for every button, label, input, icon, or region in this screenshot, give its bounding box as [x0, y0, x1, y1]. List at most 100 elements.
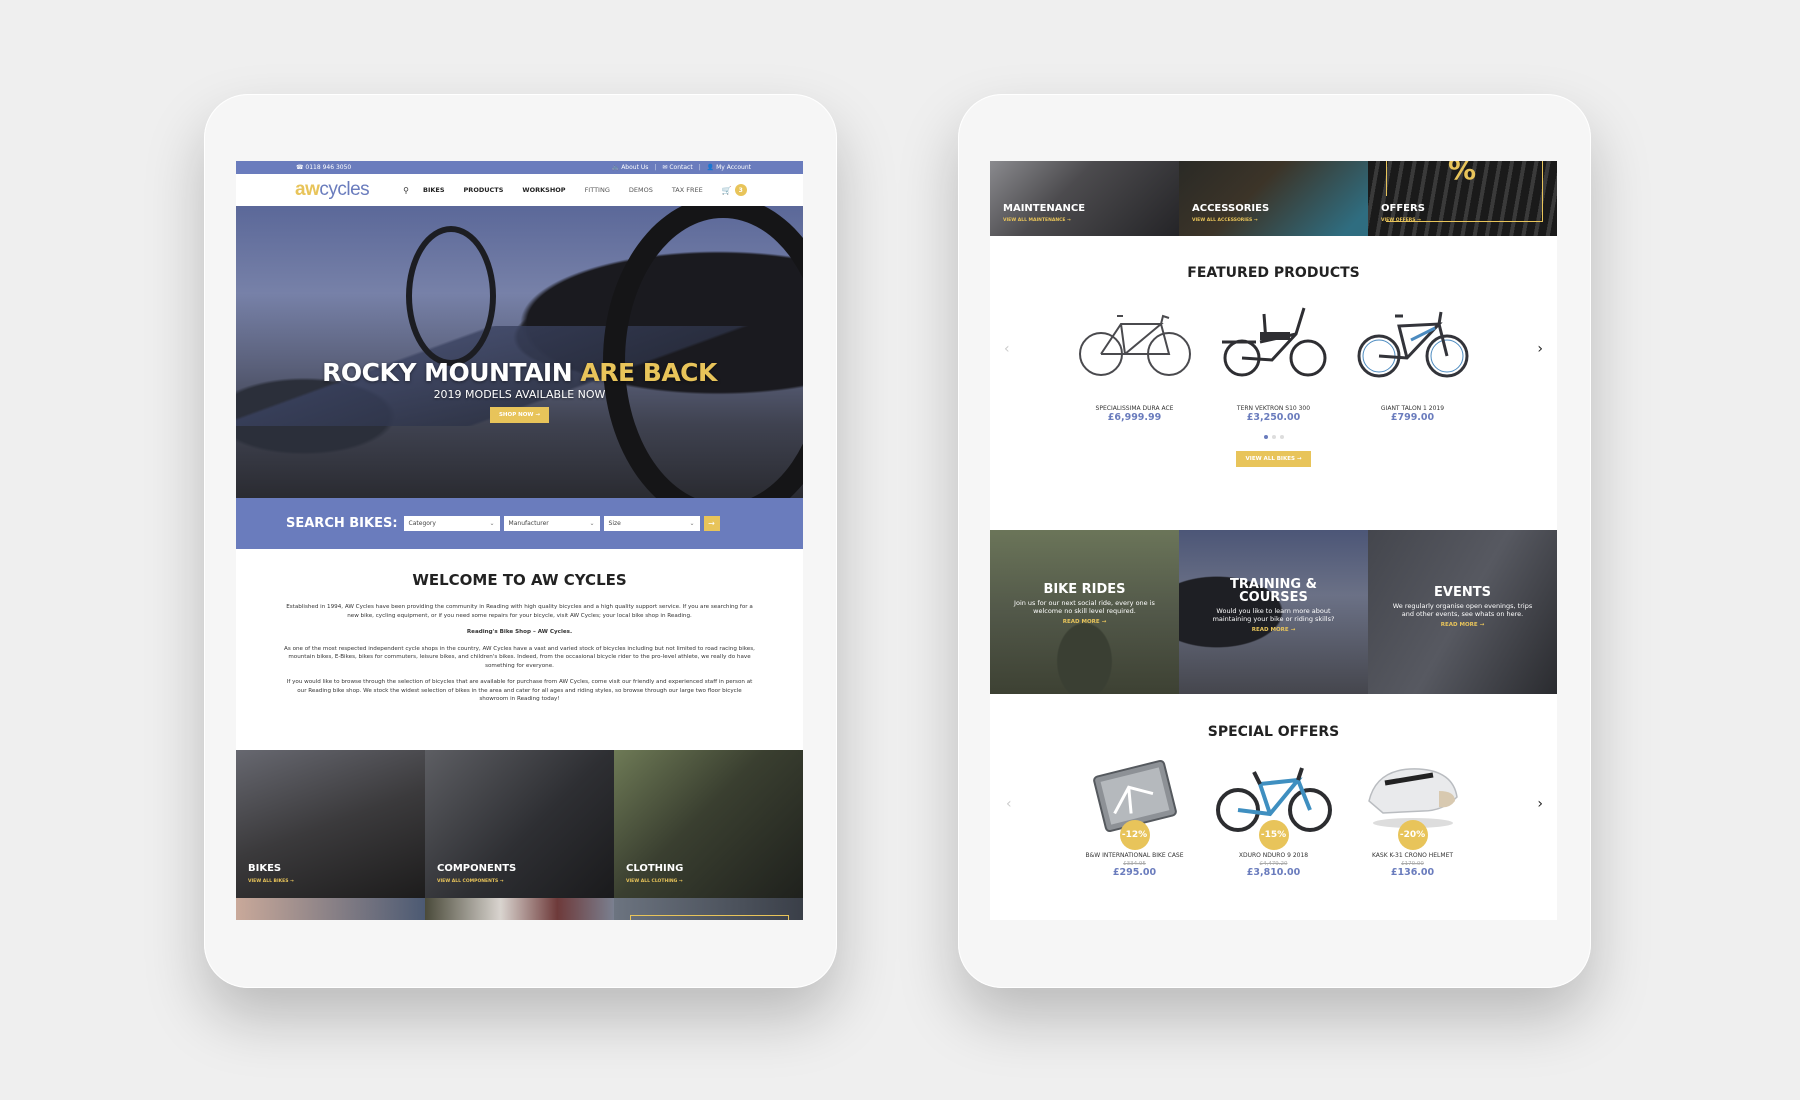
nav-workshop[interactable]: WORKSHOP — [522, 186, 565, 194]
offer-card[interactable]: -15% XDURO NDURO 9 2018 £4,479.20 £3,810… — [1204, 756, 1343, 878]
percent-icon: % — [1448, 161, 1477, 186]
cart-button[interactable]: 🛒 3 — [722, 184, 747, 196]
read-more-link[interactable]: READ MORE → — [1197, 627, 1350, 633]
welcome-title: WELCOME TO AW CYCLES — [412, 571, 627, 589]
product-image-emtb[interactable]: -15% — [1204, 756, 1343, 850]
nav-fitting[interactable]: FITTING — [585, 186, 610, 194]
nav-bikes[interactable]: BIKES — [423, 186, 445, 194]
featured-products-title: FEATURED PRODUCTS — [1187, 265, 1360, 281]
nav-products[interactable]: PRODUCTS — [464, 186, 504, 194]
tablet-right: MAINTENANCE VIEW ALL MAINTENANCE → ACCES… — [958, 94, 1591, 988]
tile-accessories[interactable]: ACCESSORIES VIEW ALL ACCESSORIES → — [1179, 161, 1368, 236]
shop-now-button[interactable]: SHOP NOW → — [489, 407, 550, 423]
category-tile-components[interactable]: COMPONENTS VIEW ALL COMPONENTS → — [425, 750, 614, 898]
hero-image-rider — [406, 226, 496, 366]
offer-card[interactable]: -20% KASK K-31 CRONO HELMET £170.00 £136… — [1343, 756, 1482, 878]
bike-search-bar: SEARCH BIKES: Category ⌄ Manufacturer ⌄ Si… — [236, 498, 803, 549]
carousel-prev-icon[interactable]: ‹ — [1006, 796, 1012, 812]
tile-training-courses[interactable]: TRAINING & COURSES Would you like to lea… — [1179, 530, 1368, 694]
product-image-mountain-bike[interactable] — [1343, 299, 1482, 385]
hero-image-wheel — [603, 206, 803, 498]
phone-number[interactable]: ☎ 0118 946 3050 — [296, 164, 351, 171]
homepage-screen: ☎ 0118 946 3050 🚲 About Us | ✉ Contact |… — [236, 161, 803, 920]
about-us-link[interactable]: 🚲 About Us — [612, 164, 649, 171]
cart-icon: 🛒 — [721, 185, 732, 195]
user-icon: 👤 — [706, 164, 715, 171]
search-submit-button[interactable]: → — [703, 516, 720, 531]
top-bar: ☎ 0118 946 3050 🚲 About Us | ✉ Contact |… — [236, 161, 803, 174]
welcome-paragraph: If you would like to browse through the … — [286, 679, 753, 702]
product-price: £799.00 — [1390, 412, 1435, 423]
envelope-icon: ✉ — [662, 164, 668, 171]
product-card[interactable]: TERN VEKTRON S10 300 £3,250.00 — [1204, 299, 1343, 423]
tile-bike-rides[interactable]: BIKE RIDES Join us for our next social r… — [990, 530, 1179, 694]
welcome-section: WELCOME TO AW CYCLES Established in 1994… — [236, 549, 803, 750]
tile-events[interactable]: EVENTS We regularly organise open evenin… — [1368, 530, 1557, 694]
category-select[interactable]: Category ⌄ — [403, 516, 500, 531]
separator: | — [698, 164, 701, 171]
sale-price: £295.00 — [1112, 867, 1157, 878]
my-account-link[interactable]: 👤 My Account — [707, 164, 751, 171]
offer-frame-decoration — [1386, 161, 1387, 196]
view-offers-link[interactable]: VIEW OFFERS → — [1381, 218, 1421, 223]
search-bikes-label: SEARCH BIKES: — [286, 516, 398, 531]
discount-badge: -12% — [1119, 820, 1150, 850]
category-tiles-row-2 — [236, 898, 803, 920]
cart-count-badge: 3 — [734, 184, 747, 196]
size-select[interactable]: Size ⌄ — [603, 516, 700, 531]
search-icon[interactable]: ⚲ — [403, 186, 409, 195]
contact-link[interactable]: ✉ Contact — [662, 164, 692, 171]
carousel-next-icon[interactable]: › — [1537, 796, 1543, 812]
category-tile-partial[interactable] — [614, 898, 803, 920]
product-card[interactable]: GIANT TALON 1 2019 £799.00 — [1343, 299, 1482, 423]
discount-badge: -15% — [1258, 820, 1289, 850]
category-tile-clothing[interactable]: CLOTHING VIEW ALL CLOTHING → — [614, 750, 803, 898]
welcome-tagline: Reading's Bike Shop – AW Cycles. — [466, 629, 573, 635]
discount-badge: -20% — [1397, 820, 1428, 850]
welcome-paragraph: As one of the most respected independent… — [284, 645, 755, 669]
special-offers-section: SPECIAL OFFERS ‹ › -12% B&W INTERNATIONA… — [990, 694, 1557, 890]
view-all-accessories-link[interactable]: VIEW ALL ACCESSORIES → — [1192, 218, 1258, 223]
read-more-link[interactable]: READ MORE → — [1008, 619, 1161, 625]
manufacturer-select[interactable]: Manufacturer ⌄ — [503, 516, 600, 531]
offer-card[interactable]: -12% B&W INTERNATIONAL BIKE CASE £334.95… — [1065, 756, 1204, 878]
welcome-paragraph: Established in 1994, AW Cycles have been… — [286, 604, 753, 619]
arrow-right-icon: → — [535, 412, 541, 418]
product-image-folding-ebike[interactable] — [1204, 299, 1343, 385]
special-offers-title: SPECIAL OFFERS — [1207, 724, 1340, 740]
nav-tax-free[interactable]: TAX FREE — [672, 186, 703, 194]
view-all-components-link[interactable]: VIEW ALL COMPONENTS → — [437, 879, 504, 884]
main-nav: awcycles ⚲ BIKES PRODUCTS WORKSHOP FITTI… — [236, 174, 803, 206]
category-tile-partial[interactable] — [236, 898, 425, 920]
logo[interactable]: awcycles — [295, 179, 370, 201]
tile-offers[interactable]: % OFFERS VIEW OFFERS → — [1368, 161, 1557, 236]
carousel-prev-icon[interactable]: ‹ — [1004, 341, 1010, 357]
product-price: £3,250.00 — [1246, 412, 1301, 423]
chevron-down-icon: ⌄ — [689, 520, 695, 527]
product-image-road-bike[interactable] — [1065, 299, 1204, 385]
view-all-bikes-link[interactable]: VIEW ALL BIKES → — [248, 879, 294, 884]
homepage-lower-screen: MAINTENANCE VIEW ALL MAINTENANCE → ACCES… — [990, 161, 1557, 920]
events-tiles: BIKE RIDES Join us for our next social r… — [990, 530, 1557, 694]
view-all-maintenance-link[interactable]: VIEW ALL MAINTENANCE → — [1003, 218, 1071, 223]
tablet-left: ☎ 0118 946 3050 🚲 About Us | ✉ Contact |… — [204, 94, 837, 988]
tile-maintenance[interactable]: MAINTENANCE VIEW ALL MAINTENANCE → — [990, 161, 1179, 236]
category-tile-partial[interactable] — [425, 898, 614, 920]
offer-frame-decoration — [630, 915, 789, 920]
category-tiles: BIKES VIEW ALL BIKES → COMPONENTS VIEW A… — [236, 750, 803, 898]
product-image-helmet[interactable]: -20% — [1343, 756, 1482, 850]
category-tile-bikes[interactable]: BIKES VIEW ALL BIKES → — [236, 750, 425, 898]
product-card[interactable]: SPECIALISSIMA DURA ACE £6,999.99 — [1065, 299, 1204, 423]
sale-price: £136.00 — [1390, 867, 1435, 878]
featured-products-section: FEATURED PRODUCTS ‹ › SPECIALISSIMA DURA… — [990, 236, 1557, 530]
hero-subtitle: 2019 MODELS AVAILABLE NOW — [433, 388, 606, 401]
view-all-bikes-button[interactable]: VIEW ALL BIKES → — [1235, 451, 1312, 467]
chevron-down-icon: ⌄ — [489, 520, 495, 527]
hero-banner: ROCKY MOUNTAIN ARE BACK 2019 MODELS AVAI… — [236, 206, 803, 498]
hero-title: ROCKY MOUNTAIN ARE BACK — [322, 358, 717, 387]
product-image-bike-case[interactable]: -12% — [1065, 756, 1204, 850]
read-more-link[interactable]: READ MORE → — [1386, 622, 1539, 628]
carousel-next-icon[interactable]: › — [1537, 341, 1543, 357]
nav-demos[interactable]: DEMOS — [629, 186, 653, 194]
view-all-clothing-link[interactable]: VIEW ALL CLOTHING → — [626, 879, 683, 884]
